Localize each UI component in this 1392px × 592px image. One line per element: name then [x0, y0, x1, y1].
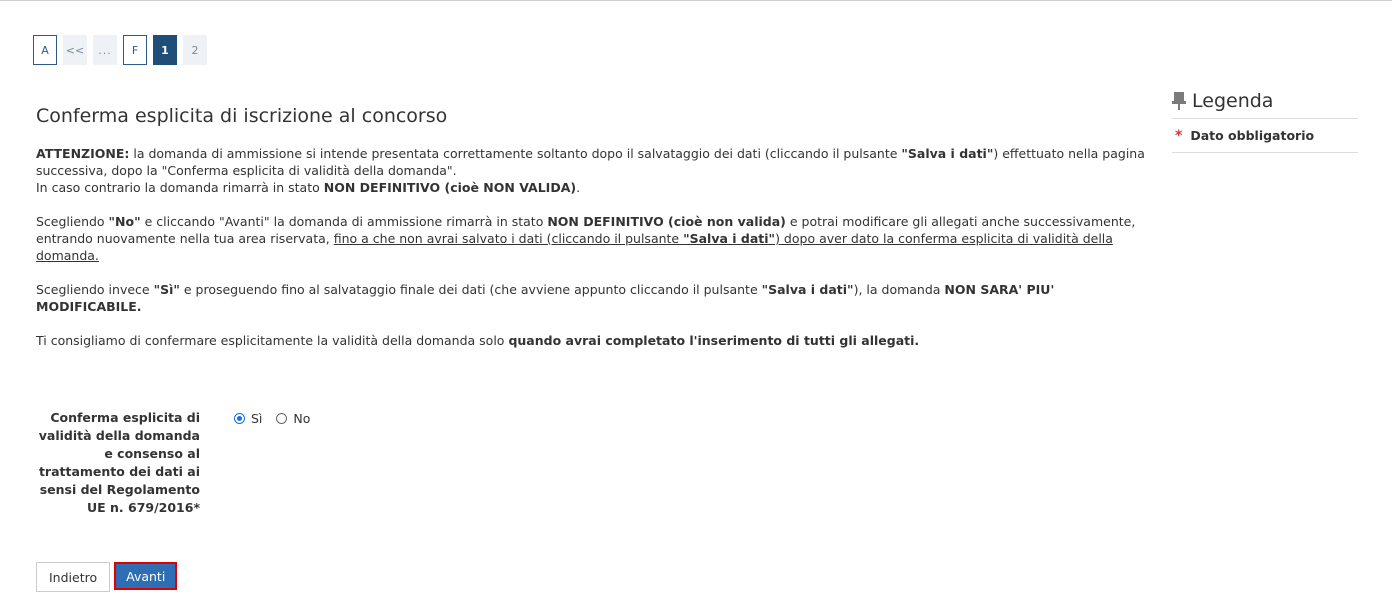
step-first[interactable]: <<: [63, 35, 87, 65]
step-f[interactable]: F: [123, 35, 147, 65]
back-button[interactable]: Indietro: [36, 562, 111, 592]
confirmation-label: Conferma esplicita di validità della dom…: [38, 410, 200, 515]
confirmation-radio-group: Sì No: [234, 409, 310, 517]
text-bold: NON DEFINITIVO (cioè non valida): [547, 214, 786, 229]
step-pagination: A << ... F 1 2: [33, 35, 207, 65]
step-2[interactable]: 2: [183, 35, 207, 65]
legend-required-item: * Dato obbligatorio: [1172, 119, 1358, 153]
text: fino a che non avrai salvato i dati (cli…: [333, 231, 684, 246]
radio-no[interactable]: [276, 413, 288, 424]
text-bold: "Salva i dati": [761, 282, 854, 297]
confirmation-form-row: Conferma esplicita di validità della dom…: [36, 409, 311, 517]
legend-header: Legenda: [1172, 86, 1358, 119]
radio-option-si[interactable]: Sì: [234, 410, 262, 427]
legend-title: Legenda: [1192, 89, 1274, 112]
legend-panel: Legenda * Dato obbligatorio: [1172, 86, 1358, 153]
radio-si-label[interactable]: Sì: [251, 410, 262, 427]
text-bold: "No": [108, 214, 141, 229]
text: In caso contrario la domanda rimarrà in …: [36, 180, 324, 195]
required-asterisk-icon: *: [1175, 127, 1183, 144]
main-content: Conferma esplicita di iscrizione al conc…: [36, 104, 1146, 366]
text-bold: NON DEFINITIVO (cioè NON VALIDA): [323, 180, 577, 195]
next-button[interactable]: Avanti: [114, 562, 178, 590]
text: ), la domanda: [853, 282, 945, 297]
advice-paragraph: Ti consigliamo di confermare esplicitame…: [36, 332, 1146, 349]
step-ellipsis[interactable]: ...: [93, 35, 117, 65]
text-bold: "Sì": [153, 282, 180, 297]
text: Scegliendo: [36, 214, 109, 229]
page-title: Conferma esplicita di iscrizione al conc…: [36, 105, 448, 127]
text-bold: quando avrai completato l'inserimento di…: [508, 333, 920, 348]
form-buttons: Indietro Avanti: [36, 562, 178, 592]
top-divider: [0, 0, 1392, 1]
step-a[interactable]: A: [33, 35, 57, 65]
yes-choice-paragraph: Scegliendo invece "Sì" e proseguendo fin…: [36, 281, 1146, 315]
radio-option-no[interactable]: No: [276, 410, 310, 427]
radio-si[interactable]: [234, 413, 245, 424]
text: Ti consigliamo di confermare esplicitame…: [36, 333, 509, 348]
attention-paragraph: ATTENZIONE: la domanda di ammissione si …: [36, 145, 1146, 196]
pushpin-icon: [1172, 92, 1186, 110]
radio-no-label[interactable]: No: [293, 410, 310, 427]
text: la domanda di ammissione si intende pres…: [129, 146, 902, 161]
step-1[interactable]: 1: [153, 35, 177, 65]
no-choice-paragraph: Scegliendo "No" e cliccando "Avanti" la …: [36, 213, 1146, 264]
text-bold: ATTENZIONE:: [36, 146, 130, 161]
text-bold: "Salva i dati": [683, 231, 776, 246]
legend-required-label: Dato obbligatorio: [1190, 128, 1315, 143]
text: e proseguendo fino al salvataggio finale…: [179, 282, 762, 297]
text-bold: "Salva i dati": [901, 146, 994, 161]
text: Scegliendo invece: [36, 282, 154, 297]
text: e cliccando "Avanti" la domanda di ammis…: [140, 214, 548, 229]
text: .: [576, 180, 581, 195]
